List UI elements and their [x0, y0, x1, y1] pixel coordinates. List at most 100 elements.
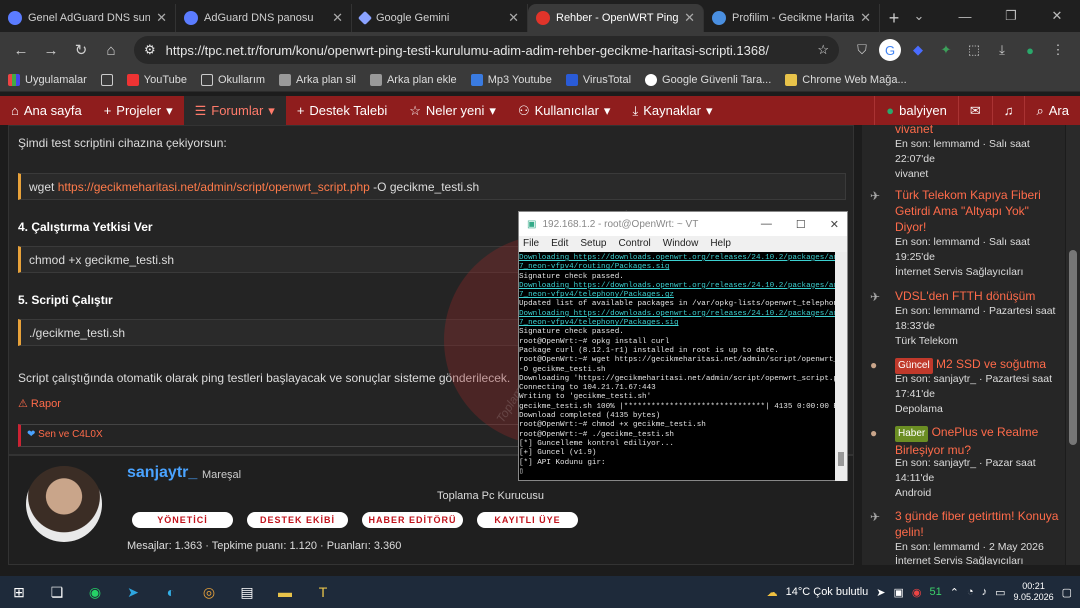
tab-openwrt-guide[interactable]: Rehber - OpenWRT Ping Te ✕: [528, 4, 704, 32]
translate-icon[interactable]: G: [879, 39, 901, 61]
latest-post-title[interactable]: Haber OnePlus ve Realme Birleşiyor mu?: [895, 424, 1063, 458]
latest-post-forum[interactable]: Depolama: [895, 402, 1063, 417]
chrome-icon[interactable]: ◎: [190, 576, 228, 608]
latest-post-forum[interactable]: vivanet: [895, 167, 1063, 182]
close-icon[interactable]: ✕: [332, 10, 343, 26]
bookmark-chrome-store[interactable]: Chrome Web Mağa...: [785, 73, 907, 86]
battery-icon[interactable]: ▭: [995, 586, 1005, 599]
extension-icon[interactable]: ◆: [907, 39, 929, 61]
close-icon[interactable]: ✕: [156, 10, 167, 26]
task-view-icon[interactable]: ❏: [38, 576, 76, 608]
terminal-titlebar[interactable]: ▣ 192.168.1.2 - root@OpenWrt: ~ VT — ☐ ✕: [519, 212, 847, 236]
weather-text[interactable]: 14°C Çok bulutlu: [786, 586, 869, 598]
minimize-icon[interactable]: —: [942, 0, 988, 32]
latest-post-forum[interactable]: Türk Telekom: [895, 334, 1063, 349]
nav-destek[interactable]: + Destek Talebi: [286, 96, 398, 125]
bookmark-arka-plan-ekle[interactable]: Arka plan ekle: [369, 73, 457, 86]
app-icon[interactable]: ▤: [228, 576, 266, 608]
terminal-window[interactable]: ▣ 192.168.1.2 - root@OpenWrt: ~ VT — ☐ ✕ F…: [518, 211, 848, 481]
close-icon[interactable]: ✕: [684, 10, 695, 26]
inbox-button[interactable]: ✉: [957, 96, 992, 125]
puzzle-icon[interactable]: ⬚: [963, 39, 985, 61]
script-link[interactable]: https://gecikmeharitasi.net/admin/script…: [58, 180, 370, 194]
scroll-thumb[interactable]: [1069, 250, 1077, 445]
report-link[interactable]: ⚠ Rapor: [18, 397, 61, 410]
close-icon[interactable]: ✕: [830, 218, 839, 231]
tab-search-icon[interactable]: ⌄: [896, 0, 942, 32]
tray-icon[interactable]: ▣: [894, 586, 904, 599]
terminal-output[interactable]: Downloading https://downloads.openwrt.or…: [519, 252, 837, 481]
latest-post-title[interactable]: VDSL'den FTTH dönüşüm: [895, 288, 1063, 304]
clock[interactable]: 00:21 9.05.2026: [1014, 581, 1054, 603]
volume-icon[interactable]: ♪: [982, 586, 988, 598]
bookmark-okullarim[interactable]: Okullarım: [200, 73, 265, 86]
menu-icon[interactable]: ⋮: [1047, 39, 1069, 61]
nav-projeler[interactable]: + Projeler ▾: [93, 96, 184, 125]
extension-icon[interactable]: ✦: [935, 39, 957, 61]
file-explorer-icon[interactable]: ▬: [266, 576, 304, 608]
network-icon[interactable]: ◔: [967, 586, 974, 598]
tray-icon[interactable]: ◉: [912, 586, 922, 599]
search-button[interactable]: ⌕ Ara: [1024, 96, 1080, 125]
alerts-button[interactable]: ♫: [991, 96, 1025, 125]
latest-post-forum[interactable]: İnternet Servis Sağlayıcıları: [895, 265, 1063, 280]
close-window-icon[interactable]: ✕: [1034, 0, 1080, 32]
forward-icon[interactable]: →: [36, 36, 66, 64]
site-info-icon[interactable]: ⚙: [144, 42, 156, 58]
menu-window[interactable]: Window: [663, 238, 699, 250]
menu-setup[interactable]: Setup: [580, 238, 606, 250]
bookmark-arka-plan-sil[interactable]: Arka plan sil: [279, 73, 356, 86]
author-name[interactable]: sanjaytr_: [127, 464, 197, 482]
scroll-thumb[interactable]: [838, 452, 844, 466]
terminal-scrollbar[interactable]: [835, 252, 847, 481]
menu-help[interactable]: Help: [710, 238, 731, 250]
download-icon[interactable]: ⤓: [991, 39, 1013, 61]
tray-badge[interactable]: 51: [930, 586, 942, 598]
notification-icon[interactable]: ▢: [1062, 586, 1072, 599]
nav-forumlar[interactable]: ☰ Forumlar ▾: [183, 96, 286, 125]
bookmark-virustotal[interactable]: VirusTotal: [565, 73, 631, 86]
close-icon[interactable]: ✕: [508, 10, 519, 26]
home-icon[interactable]: ⌂: [96, 36, 126, 64]
avatar-icon[interactable]: ●: [1019, 39, 1041, 61]
nav-neler-yeni[interactable]: ☆ Neler yeni ▾: [398, 96, 507, 125]
minimize-icon[interactable]: —: [761, 218, 772, 231]
terminal-app-icon[interactable]: T: [304, 576, 342, 608]
latest-post-title[interactable]: Türk Telekom Kapıya Fiberi Getirdi Ama "…: [895, 187, 1063, 235]
restore-icon[interactable]: ❐: [988, 0, 1034, 32]
maximize-icon[interactable]: ☐: [796, 218, 806, 231]
tray-icon[interactable]: ➤: [876, 586, 885, 599]
menu-edit[interactable]: Edit: [551, 238, 568, 250]
bookmark-google-safe[interactable]: Google Güvenli Tara...: [645, 73, 771, 86]
account-button[interactable]: ● balyiyen: [874, 96, 958, 125]
start-icon[interactable]: ⊞: [0, 576, 38, 608]
avatar[interactable]: [26, 466, 102, 542]
show-hidden-icon[interactable]: ⌃: [950, 586, 959, 599]
shield-extension-icon[interactable]: ⛉: [851, 39, 873, 61]
menu-file[interactable]: File: [523, 238, 539, 250]
tab-profile[interactable]: Profilim - Gecikme Haritası ✕: [704, 4, 880, 32]
nav-kaynaklar[interactable]: ⤓ Kaynaklar ▾: [621, 96, 723, 125]
bookmark-youtube[interactable]: YouTube: [126, 73, 187, 86]
page-scrollbar[interactable]: [1066, 125, 1080, 565]
telegram-icon[interactable]: ➤: [114, 576, 152, 608]
latest-post-forum[interactable]: İnternet Servis Sağlayıcıları: [895, 554, 1063, 565]
edge-icon[interactable]: ◐: [152, 576, 190, 608]
bookmark-mp3[interactable]: Mp3 Youtube: [470, 73, 552, 86]
tab-adguard-dns[interactable]: Genel AdGuard DNS sunucu ✕: [0, 4, 176, 32]
nav-home[interactable]: ⌂ Ana sayfa: [0, 96, 93, 125]
nav-kullanicilar[interactable]: ⚇ Kullanıcılar ▾: [507, 96, 622, 125]
back-icon[interactable]: ←: [6, 36, 36, 64]
latest-post-forum[interactable]: Android: [895, 486, 1063, 501]
reload-icon[interactable]: ↻: [66, 36, 96, 64]
menu-control[interactable]: Control: [619, 238, 651, 250]
grid-button[interactable]: [100, 73, 113, 86]
latest-post-title[interactable]: vivanet: [895, 125, 1063, 137]
address-bar[interactable]: ⚙ https://tpc.net.tr/forum/konu/openwrt-…: [134, 36, 839, 64]
latest-post-title[interactable]: 3 günde fiber getirttim! Konuya gelin!: [895, 508, 1063, 540]
whatsapp-icon[interactable]: ◉: [76, 576, 114, 608]
url-text[interactable]: https://tpc.net.tr/forum/konu/openwrt-pi…: [166, 43, 808, 58]
tab-gemini[interactable]: Google Gemini ✕: [352, 4, 528, 32]
bookmark-apps[interactable]: Uygulamalar: [8, 73, 87, 86]
code-block[interactable]: wget https://gecikmeharitasi.net/admin/s…: [18, 173, 846, 200]
